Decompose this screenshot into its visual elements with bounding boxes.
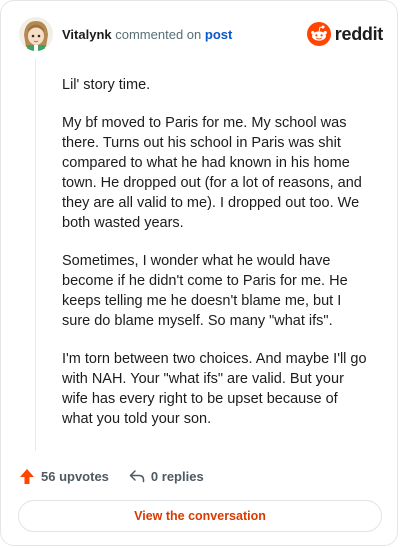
comment-header: Vitalynk commented on post reddit (19, 17, 383, 51)
post-link[interactable]: post (205, 27, 232, 42)
reply-count: 0 replies (150, 468, 204, 484)
upvote-count: 56 upvotes (41, 468, 109, 484)
reply-button[interactable]: 0 replies (129, 469, 204, 484)
comment-card: Vitalynk commented on post reddit Lil' s… (0, 0, 398, 546)
comment-meta: Vitalynk commented on post (62, 27, 232, 42)
upvote-button[interactable]: 56 upvotes (19, 468, 109, 485)
view-conversation-button[interactable]: View the conversation (18, 500, 382, 532)
username-link[interactable]: Vitalynk (62, 27, 112, 42)
upvote-arrow-icon (20, 468, 34, 484)
comment-paragraph: I'm torn between two choices. And maybe … (62, 351, 367, 427)
anime-avatar-icon (19, 17, 53, 51)
commented-on-text: commented on (115, 27, 202, 42)
reply-arrow-icon (129, 470, 145, 483)
comment-actions: 56 upvotes 0 replies (19, 466, 204, 486)
thread-line (35, 59, 36, 451)
reddit-wordmark: reddit (334, 23, 384, 44)
comment-body: Lil' story time. My bf moved to Paris fo… (62, 75, 372, 447)
comment-paragraph: Sometimes, I wonder what he would have b… (62, 253, 348, 329)
comment-paragraph: Lil' story time. (62, 77, 151, 93)
comment-paragraph: My bf moved to Paris for me. My school w… (62, 115, 362, 231)
reddit-brand[interactable]: reddit (306, 21, 384, 47)
reddit-snoo-icon (306, 22, 331, 46)
user-avatar[interactable] (19, 17, 53, 51)
